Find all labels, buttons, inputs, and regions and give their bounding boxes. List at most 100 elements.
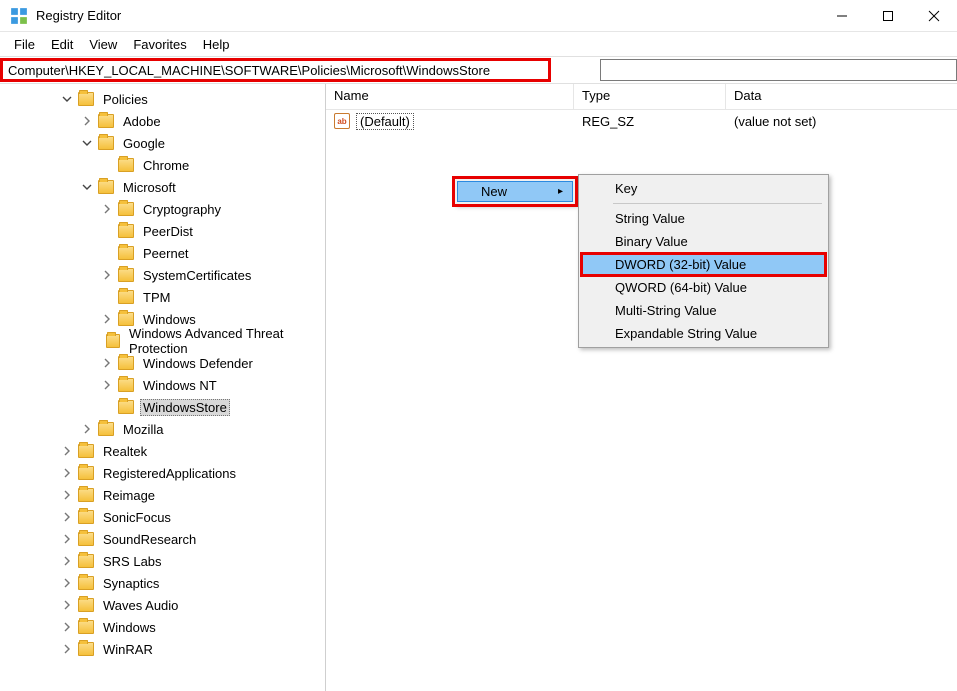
tree-node-label: Peernet: [140, 245, 192, 262]
folder-icon: [118, 400, 134, 414]
tree-node-label: Realtek: [100, 443, 150, 460]
tree-node[interactable]: Adobe: [0, 110, 325, 132]
menu-favorites[interactable]: Favorites: [125, 35, 194, 54]
chevron-right-icon[interactable]: [60, 532, 74, 546]
tree-node[interactable]: Peernet: [0, 242, 325, 264]
list-pane[interactable]: Name Type Data ab (Default) REG_SZ (valu…: [326, 84, 957, 691]
menu-file[interactable]: File: [6, 35, 43, 54]
tree-node-label: Mozilla: [120, 421, 166, 438]
tree-node[interactable]: WinRAR: [0, 638, 325, 660]
tree-node[interactable]: Microsoft: [0, 176, 325, 198]
addressbar-container: Computer\HKEY_LOCAL_MACHINE\SOFTWARE\Pol…: [0, 56, 957, 84]
menu-help[interactable]: Help: [195, 35, 238, 54]
highlight-dword: [580, 252, 827, 277]
submenu-item[interactable]: QWORD (64-bit) Value: [581, 276, 826, 299]
chevron-right-icon[interactable]: [60, 554, 74, 568]
folder-icon: [78, 510, 94, 524]
tree-node-label: Synaptics: [100, 575, 162, 592]
tree-node-label: SRS Labs: [100, 553, 165, 570]
submenu-item[interactable]: DWORD (32-bit) Value: [581, 253, 826, 276]
chevron-right-icon[interactable]: [100, 268, 114, 282]
folder-icon: [78, 642, 94, 656]
list-row[interactable]: ab (Default) REG_SZ (value not set): [326, 110, 957, 132]
tree-node[interactable]: Chrome: [0, 154, 325, 176]
tree-node-label: Windows NT: [140, 377, 220, 394]
chevron-right-icon[interactable]: [60, 466, 74, 480]
chevron-right-icon[interactable]: [100, 312, 114, 326]
folder-icon: [118, 356, 134, 370]
tree-node[interactable]: Cryptography: [0, 198, 325, 220]
tree-pane[interactable]: Policies Adobe Google Chrome MicrosoftCrypto…: [0, 84, 326, 691]
tree-node[interactable]: Synaptics: [0, 572, 325, 594]
folder-icon: [78, 620, 94, 634]
tree-node[interactable]: Realtek: [0, 440, 325, 462]
chevron-right-icon[interactable]: [80, 422, 94, 436]
tree-node-label: Windows Advanced Threat Protection: [126, 325, 325, 357]
submenu-item[interactable]: Expandable String Value: [581, 322, 826, 345]
addressbar-blank-field[interactable]: [600, 59, 957, 81]
menu-edit[interactable]: Edit: [43, 35, 81, 54]
chevron-down-icon[interactable]: [60, 92, 74, 106]
chevron-right-icon[interactable]: [60, 444, 74, 458]
chevron-right-icon[interactable]: [60, 576, 74, 590]
tree-node[interactable]: SRS Labs: [0, 550, 325, 572]
chevron-right-icon[interactable]: [60, 620, 74, 634]
addressbar[interactable]: Computer\HKEY_LOCAL_MACHINE\SOFTWARE\Pol…: [0, 61, 600, 80]
chevron-right-icon[interactable]: [100, 356, 114, 370]
col-data[interactable]: Data: [726, 84, 957, 109]
chevron-right-icon[interactable]: [100, 378, 114, 392]
tree-node[interactable]: WindowsStore: [0, 396, 325, 418]
folder-icon: [78, 466, 94, 480]
tree-node-label: Chrome: [140, 157, 192, 174]
submenu-item[interactable]: Multi-String Value: [581, 299, 826, 322]
folder-icon: [78, 92, 94, 106]
maximize-button[interactable]: [865, 0, 911, 32]
chevron-right-icon[interactable]: [80, 114, 94, 128]
chevron-right-icon[interactable]: [60, 642, 74, 656]
col-name[interactable]: Name: [326, 84, 574, 109]
tree-node[interactable]: SoundResearch: [0, 528, 325, 550]
tree-node[interactable]: RegisteredApplications: [0, 462, 325, 484]
menu-view[interactable]: View: [81, 35, 125, 54]
tree-node[interactable]: Google: [0, 132, 325, 154]
chevron-right-icon[interactable]: [60, 488, 74, 502]
tree-node[interactable]: SystemCertificates: [0, 264, 325, 286]
menu-separator: [613, 203, 822, 204]
tree-node[interactable]: Windows Advanced Threat Protection: [0, 330, 325, 352]
chevron-down-icon[interactable]: [80, 136, 94, 150]
tree-node[interactable]: Mozilla: [0, 418, 325, 440]
submenu-item[interactable]: String Value: [581, 207, 826, 230]
context-submenu: Key String ValueBinary ValueDWORD (32-bit…: [578, 174, 829, 348]
tree-node-label: Reimage: [100, 487, 158, 504]
value-name: (Default): [356, 113, 414, 130]
tree-node[interactable]: Windows NT: [0, 374, 325, 396]
folder-icon: [98, 422, 114, 436]
tree-node[interactable]: Waves Audio: [0, 594, 325, 616]
minimize-button[interactable]: [819, 0, 865, 32]
chevron-right-icon[interactable]: [60, 598, 74, 612]
chevron-right-icon[interactable]: [60, 510, 74, 524]
tree-node-label: TPM: [140, 289, 173, 306]
folder-icon: [78, 554, 94, 568]
tree-node[interactable]: TPM: [0, 286, 325, 308]
tree-node[interactable]: PeerDist: [0, 220, 325, 242]
folder-icon: [118, 224, 134, 238]
folder-icon: [118, 202, 134, 216]
submenu-item[interactable]: Key: [581, 177, 826, 200]
value-type: REG_SZ: [574, 110, 726, 132]
folder-icon: [78, 576, 94, 590]
chevron-down-icon[interactable]: [80, 180, 94, 194]
chevron-right-icon[interactable]: [100, 202, 114, 216]
submenu-item[interactable]: Binary Value: [581, 230, 826, 253]
col-type[interactable]: Type: [574, 84, 726, 109]
tree-node[interactable]: SonicFocus: [0, 506, 325, 528]
menubar: File Edit View Favorites Help: [0, 32, 957, 56]
close-button[interactable]: [911, 0, 957, 32]
tree-node[interactable]: Reimage: [0, 484, 325, 506]
folder-icon: [98, 136, 114, 150]
tree-node[interactable]: Policies: [0, 88, 325, 110]
tree-node-label: Adobe: [120, 113, 164, 130]
context-menu-item-new[interactable]: New ▸: [457, 181, 573, 202]
value-data: (value not set): [726, 110, 957, 132]
tree-node[interactable]: Windows: [0, 616, 325, 638]
